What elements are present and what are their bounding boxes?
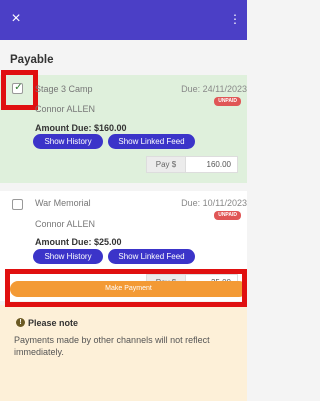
pay-value: 160.00: [206, 160, 231, 169]
item-checkbox[interactable]: [12, 199, 23, 210]
make-payment-button[interactable]: Make Payment: [10, 281, 247, 297]
note-title: ! Please note: [14, 318, 78, 328]
item-person: Connor ALLEN: [35, 104, 96, 114]
show-history-button[interactable]: Show History: [33, 134, 103, 149]
item-due-date: Due: 10/11/2023: [181, 198, 247, 208]
item-title: War Memorial: [35, 198, 91, 208]
item-due-date: Due: 24/11/2023: [181, 84, 247, 94]
item-amount: Amount Due: $160.00: [35, 123, 127, 133]
item-title: Stage 3 Camp: [35, 84, 93, 94]
show-history-button[interactable]: Show History: [33, 249, 103, 264]
show-linked-feed-button[interactable]: Show Linked Feed: [108, 134, 195, 149]
close-icon[interactable]: ×: [9, 10, 23, 28]
more-vertical-icon[interactable]: ⋮: [229, 11, 241, 27]
pay-label: Pay $: [147, 157, 186, 172]
item-person: Connor ALLEN: [35, 219, 96, 229]
checkmark-icon: ✓: [14, 82, 23, 93]
top-app-bar: × ⋮: [0, 0, 247, 40]
pay-amount-input[interactable]: Pay $ 160.00: [146, 156, 238, 173]
section-title: Payable: [10, 54, 54, 66]
item-checkbox[interactable]: ✓: [12, 82, 23, 94]
item-amount: Amount Due: $25.00: [35, 237, 122, 247]
show-linked-feed-button[interactable]: Show Linked Feed: [108, 249, 195, 264]
note-title-text: Please note: [28, 318, 79, 328]
status-badge: UNPAID: [214, 97, 241, 106]
status-badge: UNPAID: [214, 211, 241, 220]
info-icon: !: [16, 318, 25, 327]
note-text: Payments made by other channels will not…: [14, 335, 210, 357]
